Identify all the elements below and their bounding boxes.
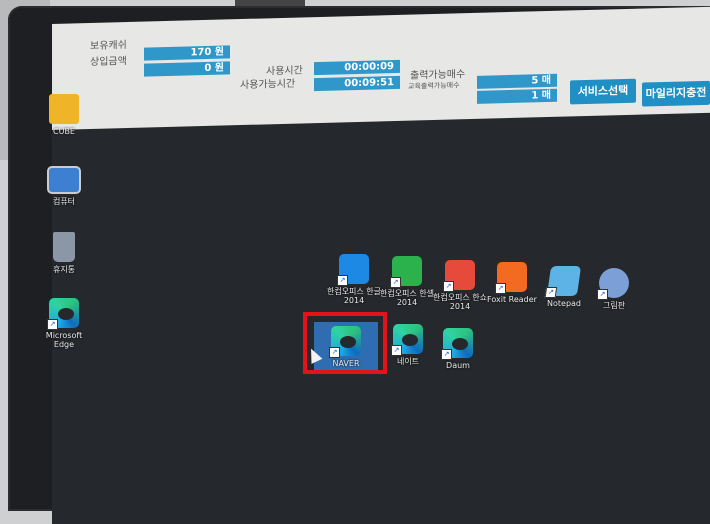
- edge-icon: ↗: [391, 324, 423, 356]
- deposit-value: 0 원: [144, 61, 230, 77]
- cash-label: 보유캐쉬: [90, 40, 127, 53]
- hanshow-icon: ↗: [443, 260, 475, 292]
- edu-print-count-value: 1 매: [477, 88, 557, 104]
- desktop-icon-label: CUBE: [53, 127, 75, 136]
- print-count-value: 5 매: [477, 73, 557, 89]
- service-select-button[interactable]: 서비스선택: [570, 78, 636, 105]
- notepad-icon: ↗: [544, 266, 582, 298]
- shortcut-arrow-icon: ↗: [544, 287, 558, 298]
- desktop-icon-paint[interactable]: ↗ 그림판: [582, 268, 646, 310]
- paint-palette-icon: ↗: [597, 268, 629, 300]
- desktop-icon-computer[interactable]: 컴퓨터: [32, 166, 96, 206]
- usage-time-value: 00:00:09: [314, 59, 400, 76]
- shortcut-arrow-icon: ↗: [390, 277, 401, 288]
- desktop-icon-label: Daum: [446, 361, 470, 370]
- desktop-icon-cube[interactable]: CUBE: [32, 94, 96, 136]
- cash-value: 170 원: [144, 45, 230, 61]
- foxit-reader-icon: ↗: [495, 262, 527, 294]
- computer-icon: [47, 166, 81, 194]
- shortcut-arrow-icon: ↗: [337, 275, 348, 286]
- shortcut-arrow-icon: ↗: [391, 345, 402, 356]
- desktop-icon-label: 그림판: [602, 301, 626, 310]
- edge-icon: ↗: [47, 298, 79, 330]
- shortcut-arrow-icon: ↗: [495, 283, 506, 294]
- shortcut-arrow-icon: ↗: [443, 281, 454, 292]
- monitor-bezel: 보유캐쉬 상입금액 170 원 0 원 사용시간 사용가능시간 00:00:09…: [8, 6, 710, 524]
- desktop-icon-recycle-bin[interactable]: 휴지통: [32, 232, 96, 274]
- recycle-bin-icon: [53, 232, 75, 262]
- desktop-icon-daum[interactable]: ↗ Daum: [426, 328, 490, 370]
- available-time-value: 00:09:51: [314, 75, 400, 92]
- shortcut-arrow-icon: ↗: [597, 289, 608, 300]
- available-time-label: 사용가능시간: [240, 78, 296, 92]
- shortcut-arrow-icon: ↗: [441, 349, 452, 360]
- edge-icon: ↗: [441, 328, 473, 360]
- hancell-icon: ↗: [390, 256, 422, 288]
- desktop-icon-label: 컴퓨터: [52, 197, 76, 206]
- mileage-charge-button[interactable]: 마일리지충전: [642, 80, 710, 107]
- desktop-icon-label: Microsoft Edge: [45, 331, 83, 349]
- pc-info-bar: 보유캐쉬 상입금액 170 원 0 원 사용시간 사용가능시간 00:00:09…: [52, 6, 710, 130]
- desktop-icon-label: 휴지통: [52, 265, 76, 274]
- desktop-screen: 보유캐쉬 상입금액 170 원 0 원 사용시간 사용가능시간 00:00:09…: [46, 6, 710, 524]
- desktop-icon-edge[interactable]: ↗ Microsoft Edge: [32, 298, 96, 349]
- deposit-label: 상입금액: [90, 56, 127, 69]
- edu-print-count-label: 교육출력가능매수: [408, 81, 460, 91]
- print-count-label: 출력가능매수: [410, 69, 466, 82]
- folder-icon: [49, 94, 79, 124]
- hangul-icon: ↗: [337, 254, 369, 286]
- highlight-box: [303, 312, 387, 374]
- shortcut-arrow-icon: ↗: [47, 319, 58, 330]
